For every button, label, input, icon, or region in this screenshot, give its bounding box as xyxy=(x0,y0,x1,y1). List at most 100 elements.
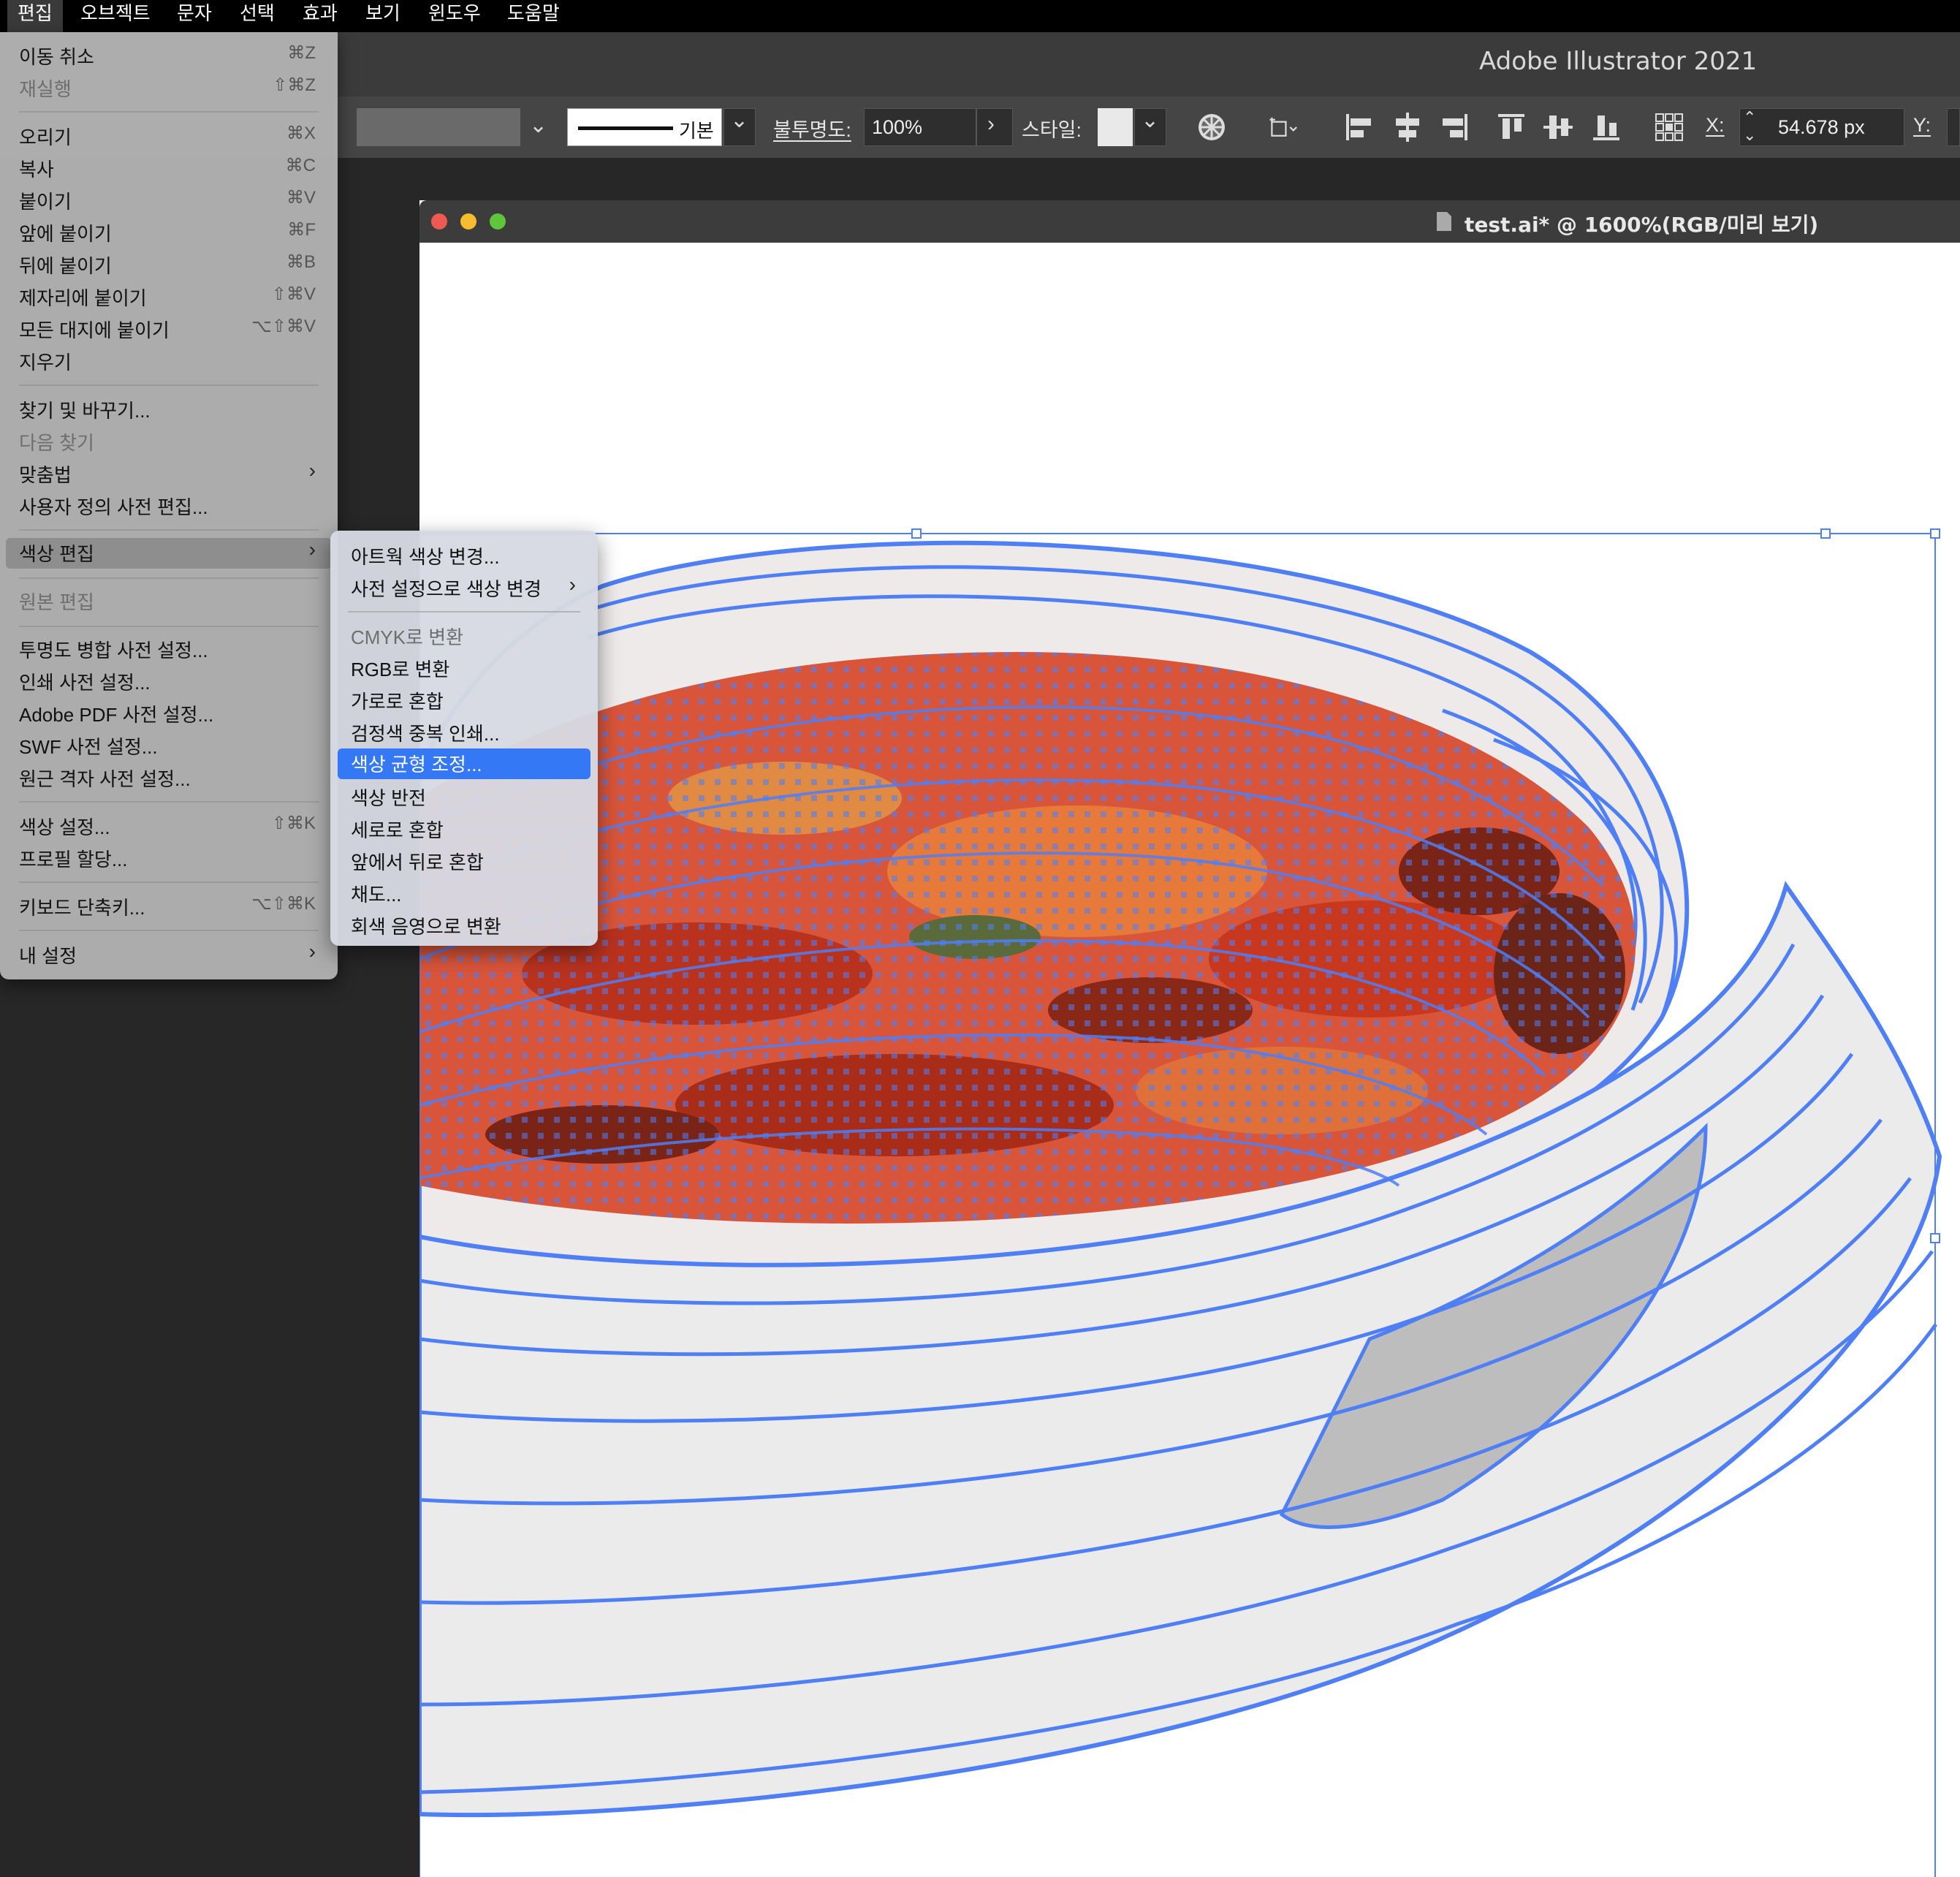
menu-item-clear[interactable]: 지우기 xyxy=(0,346,338,376)
menu-item-adobe-pdf-presets[interactable]: Adobe PDF 사전 설정... xyxy=(0,699,338,728)
submenu-item-recolor-with-preset[interactable]: 사전 설정으로 색상 변경 › xyxy=(330,573,598,602)
graphic-style-dropdown[interactable]: ⌄ xyxy=(1134,108,1166,146)
menu-item-spelling[interactable]: 맞춤법 › xyxy=(0,459,338,488)
menu-item-label: 맞춤법 xyxy=(19,464,72,486)
submenu-item-saturate[interactable]: 채도... xyxy=(330,879,598,908)
shortcut-label: ⌘C xyxy=(285,156,316,175)
submenu-item-blend-front-to-back[interactable]: 앞에서 뒤로 혼합 xyxy=(330,846,598,876)
x-coordinate-value: 54.678 px xyxy=(1778,116,1865,138)
menu-item-label: 투명도 병합 사전 설정... xyxy=(19,640,208,661)
submenu-item-blend-vertically[interactable]: 세로로 혼합 xyxy=(330,814,598,843)
menu-separator xyxy=(19,577,319,579)
menu-type[interactable]: 문자 xyxy=(167,0,222,32)
graphic-style-swatch[interactable] xyxy=(1098,108,1133,146)
submenu-item-convert-to-grayscale[interactable]: 회색 음영으로 변환 xyxy=(330,911,598,940)
opacity-label[interactable]: 불투명도: xyxy=(773,114,851,143)
zoom-window-button[interactable] xyxy=(490,213,506,230)
menu-separator xyxy=(19,626,319,627)
menu-separator xyxy=(19,801,319,803)
close-window-button[interactable] xyxy=(431,213,447,230)
submenu-item-convert-to-rgb[interactable]: RGB로 변환 xyxy=(330,653,598,683)
shortcut-label: ⌥⇧⌘K xyxy=(251,894,316,914)
align-top-icon[interactable] xyxy=(1495,110,1527,145)
align-bottom-icon[interactable] xyxy=(1590,110,1622,145)
menu-item-keyboard-shortcuts[interactable]: 키보드 단축키... ⌥⇧⌘K xyxy=(0,892,338,921)
menu-select[interactable]: 선택 xyxy=(229,0,285,32)
x-coordinate-input[interactable]: ⌃ ⌄ 54.678 px xyxy=(1739,108,1904,146)
menu-item-label: 사전 설정으로 색상 변경 xyxy=(351,578,542,600)
opacity-stepper[interactable]: › xyxy=(976,108,1013,146)
chevron-down-icon[interactable]: ⌄ xyxy=(529,113,547,138)
align-horizontal-center-icon[interactable] xyxy=(1391,110,1424,145)
submenu-item-overprint-black[interactable]: 검정색 중복 인쇄... xyxy=(330,718,598,747)
menu-item-label: 내 설정 xyxy=(19,945,77,967)
menu-item-label: 채도... xyxy=(351,884,402,906)
align-left-icon[interactable] xyxy=(1343,110,1375,145)
reference-point-grid-icon[interactable] xyxy=(1653,110,1685,145)
shortcut-label: ⇧⌘K xyxy=(271,814,316,833)
minimize-window-button[interactable] xyxy=(460,213,476,230)
menu-item-swf-presets[interactable]: SWF 사전 설정... xyxy=(0,731,338,760)
menu-item-print-presets[interactable]: 인쇄 사전 설정... xyxy=(0,667,338,696)
menu-help[interactable]: 도움말 xyxy=(497,0,570,32)
stroke-profile-label: 기본 xyxy=(679,120,714,142)
chevron-right-icon: › xyxy=(987,112,995,136)
shortcut-label: ⌘X xyxy=(286,124,316,143)
menu-item-edit-colors[interactable]: 색상 편집 › xyxy=(6,538,332,569)
menu-item-label: 원근 격자 사전 설정... xyxy=(19,768,191,790)
stepper-icon[interactable]: ⌃ ⌄ xyxy=(1743,109,1756,144)
artboard-canvas[interactable] xyxy=(419,243,1960,1877)
menu-item-paste-in-place[interactable]: 제자리에 붙이기 ⇧⌘V xyxy=(0,282,338,311)
menu-item-label: 이동 취소 xyxy=(19,46,94,68)
menu-item-transparency-flattener-presets[interactable]: 투명도 병합 사전 설정... xyxy=(0,634,338,664)
menu-item-undo-move[interactable]: 이동 취소 ⌘Z xyxy=(0,41,338,70)
align-vertical-center-icon[interactable] xyxy=(1542,110,1574,145)
stroke-profile-field[interactable]: 기본 xyxy=(567,108,722,146)
shortcut-label: ⇧⌘Z xyxy=(273,75,316,95)
menu-item-label: 검정색 중복 인쇄... xyxy=(351,723,500,745)
document-window: test.ai* @ 1600%(RGB/미리 보기) xyxy=(419,200,1960,1877)
menu-separator xyxy=(19,111,319,113)
menu-item-cut[interactable]: 오리기 ⌘X xyxy=(0,121,338,151)
menu-item-label: 앞에서 뒤로 혼합 xyxy=(351,852,484,873)
opacity-input[interactable]: 100% xyxy=(864,108,976,146)
stroke-profile-dropdown[interactable]: ⌄ xyxy=(723,108,756,146)
menu-item-edit-custom-dictionary[interactable]: 사용자 정의 사전 편집... xyxy=(0,491,338,520)
menu-item-label: 색상 편집 xyxy=(19,543,94,565)
menu-window[interactable]: 윈도우 xyxy=(418,0,491,32)
shortcut-label: ⌘F xyxy=(287,220,316,240)
menu-item-label: 색상 균형 조정... xyxy=(351,754,482,776)
menu-item-perspective-grid-presets[interactable]: 원근 격자 사전 설정... xyxy=(0,763,338,792)
submenu-item-invert-colors[interactable]: 색상 반전 xyxy=(330,782,598,811)
menu-item-assign-profile[interactable]: 프로필 할당... xyxy=(0,843,338,873)
recolor-artwork-icon[interactable] xyxy=(1196,110,1228,145)
align-right-icon[interactable] xyxy=(1438,110,1470,145)
menu-separator xyxy=(348,611,580,613)
menu-edit[interactable]: 편집 xyxy=(7,0,63,32)
y-coordinate-input[interactable] xyxy=(1947,108,1960,146)
menu-item-paste[interactable]: 붙이기 ⌘V xyxy=(0,186,338,215)
menu-item-label: 복사 xyxy=(19,159,54,181)
menu-item-color-settings[interactable]: 색상 설정... ⇧⌘K xyxy=(0,811,338,841)
menu-view[interactable]: 보기 xyxy=(355,0,411,32)
shortcut-label: ⌘B xyxy=(286,252,316,272)
menu-item-paste-in-back[interactable]: 뒤에 붙이기 ⌘B xyxy=(0,250,338,279)
submenu-item-blend-horizontally[interactable]: 가로로 혼합 xyxy=(330,686,598,715)
menu-object[interactable]: 오브젝트 xyxy=(70,0,161,32)
submenu-item-adjust-color-balance[interactable]: 색상 균형 조정... xyxy=(338,748,590,779)
menu-item-label: RGB로 변환 xyxy=(351,659,450,680)
menu-item-copy[interactable]: 복사 ⌘C xyxy=(0,153,338,183)
menu-item-paste-in-front[interactable]: 앞에 붙이기 ⌘F xyxy=(0,218,338,247)
artwork-illustration[interactable] xyxy=(419,243,1960,1877)
menu-item-my-settings[interactable]: 내 설정 › xyxy=(0,940,338,969)
submenu-item-recolor-artwork[interactable]: 아트웍 색상 변경... xyxy=(330,541,598,570)
fill-swatch-field[interactable] xyxy=(357,108,520,146)
menu-item-label: 세로로 혼합 xyxy=(351,819,444,841)
menu-effect[interactable]: 효과 xyxy=(292,0,348,32)
transform-icon[interactable] xyxy=(1269,110,1313,145)
menu-item-label: 모든 대지에 붙이기 xyxy=(19,319,170,341)
menu-item-paste-on-all-artboards[interactable]: 모든 대지에 붙이기 ⌥⇧⌘V xyxy=(0,314,338,344)
shortcut-label: ⌘V xyxy=(286,188,316,208)
menu-item-find-replace[interactable]: 찾기 및 바꾸기... xyxy=(0,395,338,424)
menu-item-label: 원본 편집 xyxy=(19,591,94,613)
